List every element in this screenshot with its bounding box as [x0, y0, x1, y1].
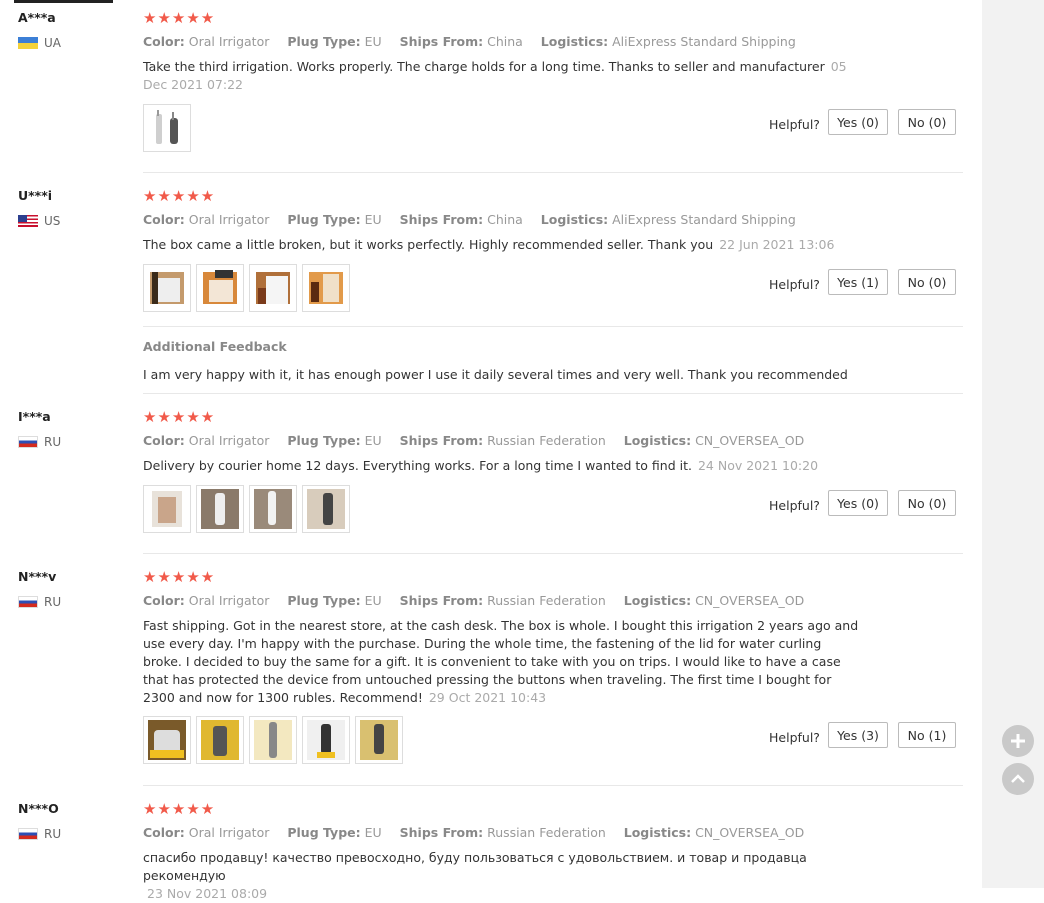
rating-stars: ★★★★★ — [143, 800, 216, 818]
review-photo[interactable] — [355, 716, 403, 764]
helpful-label: Helpful? — [769, 117, 820, 132]
rating-stars: ★★★★★ — [143, 9, 216, 27]
helpful-label: Helpful? — [769, 730, 820, 745]
review-photo[interactable] — [143, 716, 191, 764]
helpful-no-button[interactable]: No (0) — [898, 109, 956, 135]
irrigator-photo-icon — [148, 720, 186, 760]
helpful-no-button[interactable]: No (0) — [898, 490, 956, 516]
helpful-yes-button[interactable]: Yes (1) — [828, 269, 888, 295]
divider — [143, 326, 963, 327]
review-photo[interactable] — [249, 485, 297, 533]
irrigator-photo-icon — [201, 489, 239, 529]
review-text: Take the third irrigation. Works properl… — [143, 59, 847, 92]
sku-attributes: Color: Oral Irrigator Plug Type: EU Ship… — [143, 433, 805, 448]
irrigator-photo-icon — [360, 720, 398, 760]
reviewer-name: N***v — [18, 569, 57, 584]
active-tab-indicator — [14, 0, 113, 3]
reviewer-country: US — [18, 214, 60, 228]
divider — [143, 172, 963, 173]
plus-icon — [1011, 734, 1025, 748]
box-photo-icon — [256, 272, 290, 304]
chevron-up-icon — [1011, 774, 1025, 783]
review-photo[interactable] — [143, 264, 191, 312]
review-photo[interactable] — [196, 264, 244, 312]
helpful-label: Helpful? — [769, 498, 820, 513]
review-photo[interactable] — [302, 716, 350, 764]
country-code: UA — [44, 36, 61, 50]
reviewer-country: RU — [18, 435, 61, 449]
helpful-no-button[interactable]: No (1) — [898, 722, 956, 748]
review-date: 24 Nov 2021 10:20 — [697, 458, 819, 473]
russia-flag-icon — [18, 596, 38, 608]
helpful-yes-button[interactable]: Yes (0) — [828, 109, 888, 135]
reviewer-country: RU — [18, 595, 61, 609]
irrigator-photo-icon — [307, 720, 345, 760]
box-photo-icon — [150, 272, 184, 304]
review-photo[interactable] — [143, 104, 191, 152]
helpful-no-button[interactable]: No (0) — [898, 269, 956, 295]
russia-flag-icon — [18, 436, 38, 448]
review-text: спасибо продавцу! качество превосходно, … — [143, 850, 807, 901]
divider — [143, 393, 963, 394]
review-photo[interactable] — [302, 264, 350, 312]
review-text: Fast shipping. Got in the nearest store,… — [143, 618, 859, 705]
review-photo[interactable] — [249, 716, 297, 764]
review-text: The box came a little broken, but it wor… — [143, 237, 835, 252]
reviewer-name: I***a — [18, 409, 51, 424]
irrigator-photo-icon — [254, 489, 292, 529]
russia-flag-icon — [18, 828, 38, 840]
sku-attributes: Color: Oral Irrigator Plug Type: EU Ship… — [143, 34, 796, 49]
rating-stars: ★★★★★ — [143, 187, 216, 205]
review-photo[interactable] — [196, 716, 244, 764]
country-code: RU — [44, 595, 62, 609]
sku-attributes: Color: Oral Irrigator Plug Type: EU Ship… — [143, 593, 805, 608]
country-code: US — [44, 214, 61, 228]
divider — [143, 785, 963, 786]
additional-feedback-title: Additional Feedback — [143, 339, 287, 354]
reviewer-country: RU — [18, 827, 61, 841]
irrigator-photo-icon — [156, 110, 178, 144]
reviewer-name: U***i — [18, 188, 53, 203]
review-date: 22 Jun 2021 13:06 — [719, 237, 835, 252]
country-code: RU — [44, 827, 62, 841]
usa-flag-icon — [18, 215, 38, 227]
sku-attributes: Color: Oral Irrigator Plug Type: EU Ship… — [143, 825, 805, 840]
ukraine-flag-icon — [18, 37, 38, 49]
reviewer-name: N***O — [18, 801, 59, 816]
review-photo[interactable] — [196, 485, 244, 533]
irrigator-photo-icon — [254, 720, 292, 760]
review-photo[interactable] — [249, 264, 297, 312]
box-photo-icon — [309, 272, 343, 304]
review-photos — [143, 264, 350, 312]
reviewer-country: UA — [18, 36, 61, 50]
review-photos — [143, 485, 350, 533]
helpful-yes-button[interactable]: Yes (3) — [828, 722, 888, 748]
add-button[interactable] — [1002, 725, 1034, 757]
irrigator-photo-icon — [307, 489, 345, 529]
review-photo[interactable] — [302, 485, 350, 533]
review-date: 29 Oct 2021 10:43 — [428, 690, 547, 705]
rating-stars: ★★★★★ — [143, 568, 216, 586]
review-photos — [143, 104, 191, 152]
divider — [143, 553, 963, 554]
irrigator-photo-icon — [201, 720, 239, 760]
country-code: RU — [44, 435, 62, 449]
rating-stars: ★★★★★ — [143, 408, 216, 426]
back-to-top-button[interactable] — [1002, 763, 1034, 795]
reviewer-name: A***a — [18, 10, 56, 25]
additional-feedback-text: I am very happy with it, it has enough p… — [143, 367, 848, 382]
box-photo-icon — [203, 270, 237, 304]
helpful-label: Helpful? — [769, 277, 820, 292]
review-photo[interactable] — [143, 485, 191, 533]
sku-attributes: Color: Oral Irrigator Plug Type: EU Ship… — [143, 212, 796, 227]
review-photos — [143, 716, 403, 764]
review-date: 23 Nov 2021 08:09 — [147, 886, 268, 901]
helpful-yes-button[interactable]: Yes (0) — [828, 490, 888, 516]
review-text: Delivery by courier home 12 days. Everyt… — [143, 458, 819, 473]
box-photo-icon — [152, 491, 182, 527]
